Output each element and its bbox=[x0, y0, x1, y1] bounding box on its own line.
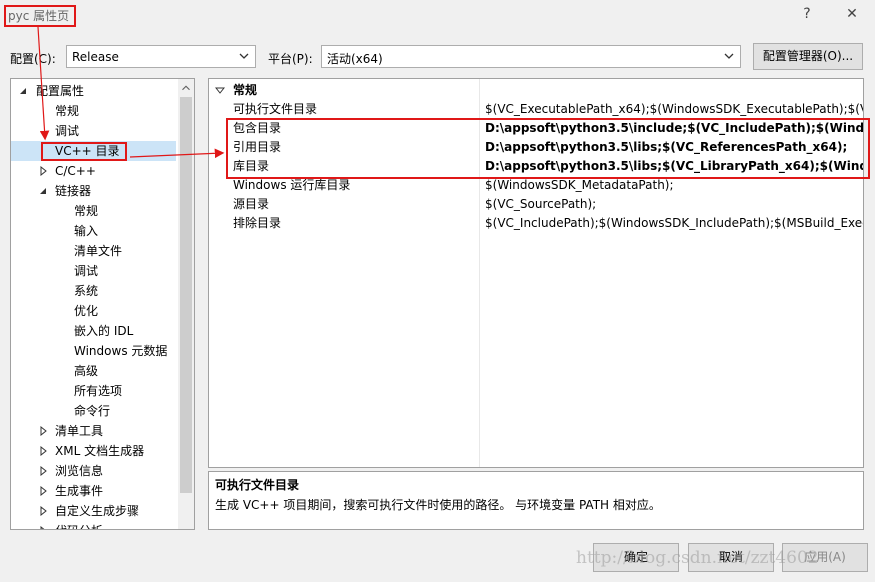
grid-row-name: 排除目录 bbox=[233, 216, 282, 230]
tree-item-label: 自定义生成步骤 bbox=[55, 504, 140, 518]
collapsed-arrow-icon bbox=[40, 426, 47, 436]
tree-item-code-analysis[interactable]: 代码分析 bbox=[11, 521, 176, 529]
help-button[interactable]: ? bbox=[795, 4, 819, 24]
watermark: http://blog.csdn.net/zzt4602 bbox=[576, 548, 819, 568]
tree-item-label: XML 文档生成器 bbox=[55, 444, 145, 458]
grid-row-name: 可执行文件目录 bbox=[233, 102, 318, 116]
tree-item-label: 链接器 bbox=[55, 184, 92, 198]
tree-item-linker-optimization[interactable]: 优化 bbox=[74, 301, 98, 321]
tree-item-label: Windows 元数据 bbox=[74, 344, 168, 358]
tree-item-label: 系统 bbox=[74, 284, 99, 298]
tree-item-custom-build-step[interactable]: 自定义生成步骤 bbox=[11, 501, 176, 521]
tree-scrollbar[interactable] bbox=[178, 79, 194, 529]
collapsed-arrow-icon bbox=[40, 446, 47, 456]
grid-row-exclude-dirs[interactable]: 排除目录 $(VC_IncludePath);$(WindowsSDK_Incl… bbox=[209, 214, 863, 233]
grid-row-executable-dirs[interactable]: 可执行文件目录 $(VC_ExecutablePath_x64);$(Windo… bbox=[209, 100, 863, 119]
tree-item-linker-system[interactable]: 系统 bbox=[74, 281, 98, 301]
tree-item-label: 生成事件 bbox=[55, 484, 104, 498]
config-manager-button[interactable]: 配置管理器(O)... bbox=[753, 43, 863, 70]
close-button[interactable]: ✕ bbox=[840, 4, 864, 24]
grid-row-name: 源目录 bbox=[233, 197, 270, 211]
tree-item-linker-all-options[interactable]: 所有选项 bbox=[74, 381, 122, 401]
tree-item-label: 高级 bbox=[74, 364, 99, 378]
description-title: 可执行文件目录 bbox=[215, 478, 300, 492]
collapsed-arrow-icon bbox=[40, 466, 47, 476]
description-text: 生成 VC++ 项目期间，搜索可执行文件时使用的路径。 与环境变量 PATH 相… bbox=[215, 498, 661, 512]
title-highlight-box bbox=[4, 5, 76, 27]
tree-item-label: 常规 bbox=[55, 104, 80, 118]
collapsed-arrow-icon bbox=[40, 506, 47, 516]
tree-item-manifest-tool[interactable]: 清单工具 bbox=[11, 421, 176, 441]
tree-item-linker-general[interactable]: 常规 bbox=[74, 201, 98, 221]
tree-item-cpp[interactable]: C/C++ bbox=[11, 161, 176, 181]
collapsed-arrow-icon bbox=[40, 486, 47, 496]
grid-section-label: 常规 bbox=[233, 83, 258, 97]
tree-item-build-events[interactable]: 生成事件 bbox=[11, 481, 176, 501]
platform-label: 平台(P): bbox=[268, 52, 313, 66]
grid-highlight-box bbox=[226, 118, 870, 179]
expanded-arrow-icon bbox=[40, 188, 46, 194]
collapsed-arrow-icon bbox=[40, 526, 45, 529]
grid-row-source-dirs[interactable]: 源目录 $(VC_SourcePath); bbox=[209, 195, 862, 214]
platform-value: 活动(x64) bbox=[327, 52, 383, 66]
tree-item-label: 代码分析 bbox=[55, 521, 103, 529]
grid-row-value[interactable]: $(VC_SourcePath); bbox=[485, 195, 596, 214]
grid-section-general[interactable]: 常规 bbox=[209, 81, 862, 100]
config-label: 配置(C): bbox=[10, 52, 56, 66]
tree-item-label: C/C++ bbox=[55, 164, 96, 178]
tree-item-linker-advanced[interactable]: 高级 bbox=[74, 361, 98, 381]
expanded-arrow-icon bbox=[20, 88, 26, 94]
tree-item-label: 调试 bbox=[55, 124, 80, 138]
tree-item-label: 嵌入的 IDL bbox=[74, 324, 134, 338]
tree-item-general[interactable]: 常规 bbox=[55, 101, 79, 121]
tree-item-label: 清单工具 bbox=[55, 424, 104, 438]
scroll-thumb[interactable] bbox=[180, 97, 192, 493]
tree-root-label: 配置属性 bbox=[36, 84, 85, 98]
expanded-arrow-icon bbox=[215, 87, 225, 94]
tree-item-label: 清单文件 bbox=[74, 244, 123, 258]
tree-item-label: 调试 bbox=[74, 264, 99, 278]
tree-item-linker-command-line[interactable]: 命令行 bbox=[74, 401, 110, 421]
description-pane: 可执行文件目录 生成 VC++ 项目期间，搜索可执行文件时使用的路径。 与环境变… bbox=[208, 471, 864, 530]
tree-item-linker-manifest[interactable]: 清单文件 bbox=[74, 241, 122, 261]
collapsed-arrow-icon bbox=[40, 166, 47, 176]
tree-item-label: 浏览信息 bbox=[55, 464, 104, 478]
chevron-down-icon bbox=[724, 53, 734, 59]
scroll-up-icon[interactable] bbox=[178, 81, 194, 95]
tree-item-debugging[interactable]: 调试 bbox=[55, 121, 79, 141]
tree-item-label: 输入 bbox=[74, 224, 99, 238]
tree-item-linker-windows-metadata[interactable]: Windows 元数据 bbox=[74, 341, 167, 361]
tree-item-linker[interactable]: 链接器 bbox=[11, 181, 176, 201]
tree-item-linker-debugging[interactable]: 调试 bbox=[74, 261, 98, 281]
tree-item-linker-input[interactable]: 输入 bbox=[74, 221, 98, 241]
platform-select[interactable]: 活动(x64) bbox=[321, 45, 741, 68]
tree-root[interactable]: 配置属性 bbox=[11, 81, 176, 101]
tree-item-label: 所有选项 bbox=[74, 384, 123, 398]
tree-item-browse-info[interactable]: 浏览信息 bbox=[11, 461, 176, 481]
tree-item-label: 优化 bbox=[74, 304, 99, 318]
config-value: Release bbox=[72, 50, 119, 64]
tree-item-linker-embedded-idl[interactable]: 嵌入的 IDL bbox=[74, 321, 133, 341]
tree-item-label: 常规 bbox=[74, 204, 99, 218]
property-tree: 配置属性 常规 调试 VC++ 目录 C/C++ 链接器 常规 输入 清单文件 … bbox=[10, 78, 195, 530]
vcpp-highlight-box bbox=[41, 142, 127, 161]
tree-item-label: 命令行 bbox=[74, 404, 111, 418]
config-select[interactable]: Release bbox=[66, 45, 256, 68]
tree-item-xml-doc-generator[interactable]: XML 文档生成器 bbox=[11, 441, 176, 461]
grid-row-value[interactable]: $(VC_IncludePath);$(WindowsSDK_IncludePa… bbox=[485, 214, 863, 233]
chevron-down-icon bbox=[239, 53, 249, 59]
grid-row-value[interactable]: $(VC_ExecutablePath_x64);$(WindowsSDK_Ex… bbox=[485, 100, 863, 119]
